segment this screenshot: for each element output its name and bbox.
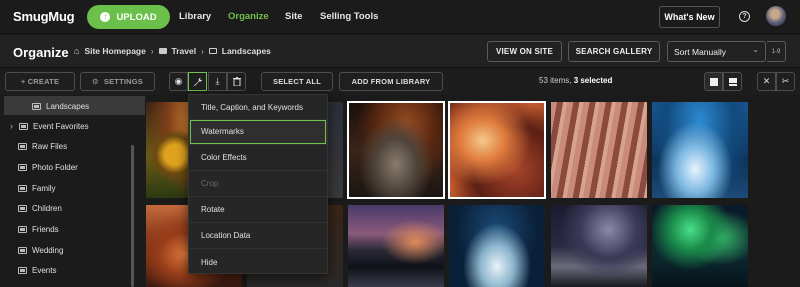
menu-item-title-caption-keywords[interactable]: Title, Caption, and Keywords [189, 95, 327, 121]
trash-icon[interactable] [227, 72, 246, 91]
list-view-icon[interactable] [723, 72, 742, 91]
photo-thumbnail-sandstone-waves[interactable] [551, 102, 647, 198]
breadcrumb-item-landscapes: Landscapes [221, 46, 271, 56]
item-count-total: 53 items, [539, 76, 574, 85]
gallery-icon [18, 184, 27, 192]
view-on-site-button[interactable]: VIEW ON SITE [487, 41, 562, 62]
menu-item-crop: Crop [189, 171, 327, 197]
upload-icon: ↑ [100, 12, 111, 22]
smugmug-logo[interactable]: SmugMug [13, 9, 75, 24]
settings-button[interactable]: ⚙ SETTINGS [80, 72, 155, 91]
nav-selling-tools[interactable]: Selling Tools [320, 11, 378, 22]
sidebar-item-label: Raw Files [32, 141, 68, 151]
chevron-down-icon: ⌄ [752, 45, 759, 54]
sidebar-item-label: Friends [32, 224, 59, 234]
gallery-icon [18, 266, 27, 274]
search-gallery-button[interactable]: SEARCH GALLERY [568, 41, 660, 62]
sidebar-item-wedding[interactable]: Wedding [0, 240, 145, 260]
photo-thumbnail-aurora[interactable] [652, 205, 748, 287]
sidebar-item-label: Children [32, 203, 62, 213]
eye-icon[interactable]: ◉ [169, 72, 188, 91]
breadcrumb: ⌂ Site Homepage › Travel › Landscapes [74, 46, 271, 56]
item-count-selected: 3 selected [573, 76, 613, 85]
nav-organize[interactable]: Organize [228, 11, 269, 22]
sidebar-item-label: Landscapes [46, 101, 90, 111]
gallery-icon [18, 142, 27, 150]
item-count: 53 items, 3 selected [539, 76, 612, 85]
sidebar-item-photo-folder[interactable]: Photo Folder [0, 157, 145, 177]
folder-icon [19, 122, 28, 130]
sidebar-item-event-favorites[interactable]: › Event Favorites [0, 116, 145, 136]
photo-thumbnail-ice-cave-river[interactable] [652, 102, 748, 198]
sidebar-item-raw-files[interactable]: Raw Files [0, 136, 145, 156]
sidebar-item-events[interactable]: Events [0, 260, 145, 280]
photo-thumbnail-mountain-lake-dusk[interactable] [348, 205, 444, 287]
gear-icon: ⚙ [91, 77, 99, 86]
expand-icon[interactable]: ✕ [757, 72, 776, 91]
help-icon[interactable]: ? [739, 11, 750, 22]
upload-label: UPLOAD [116, 11, 157, 23]
upload-button[interactable]: ↑ UPLOAD [87, 5, 170, 29]
sidebar-item-landscapes[interactable]: Landscapes [0, 96, 145, 116]
grid-view-icon[interactable] [704, 72, 723, 91]
sort-select[interactable]: Sort Manually ⌄ [667, 41, 766, 62]
menu-item-location-data[interactable]: Location Data [189, 223, 327, 249]
sidebar-item-label: Event Favorites [33, 121, 89, 131]
menu-item-color-effects[interactable]: Color Effects [189, 145, 327, 171]
menu-item-rotate[interactable]: Rotate [189, 197, 327, 223]
sidebar-item-family[interactable]: Family [0, 178, 145, 198]
sidebar-scrollbar[interactable] [131, 145, 134, 287]
gallery-icon [18, 225, 27, 233]
sort-select-value: Sort Manually [674, 46, 726, 57]
sidebar-item-label: Family [32, 183, 56, 193]
photo-thumbnail-ice-cave-tent[interactable] [449, 205, 545, 287]
download-icon[interactable]: ⤓ [208, 72, 227, 91]
gallery-icon [18, 246, 27, 254]
nav-library[interactable]: Library [179, 11, 211, 22]
gallery-icon [18, 163, 27, 171]
sidebar-item-friends[interactable]: Friends [0, 219, 145, 239]
chevron-right-icon: › [201, 46, 204, 56]
photo-thumbnail-milky-way[interactable] [551, 205, 647, 287]
create-button[interactable]: + CREATE [5, 72, 75, 91]
gallery-icon [32, 102, 41, 110]
chevron-right-icon: › [10, 121, 13, 131]
breadcrumb-item-travel[interactable]: Travel [172, 46, 197, 56]
photo-thumbnail-antelope-canyon[interactable] [448, 101, 546, 199]
gallery-icon [208, 48, 217, 54]
page-range-badge: 1-9 [767, 41, 786, 62]
avatar[interactable] [766, 6, 786, 26]
gallery-icon [18, 204, 27, 212]
add-from-library-button[interactable]: ADD FROM LIBRARY [339, 72, 443, 91]
select-all-button[interactable]: SELECT ALL [261, 72, 333, 91]
page-title: Organize [13, 45, 69, 60]
sidebar-item-label: Wedding [32, 245, 64, 255]
wrench-icon[interactable] [188, 72, 207, 91]
nav-site[interactable]: Site [285, 11, 302, 22]
whats-new-button[interactable]: What's New [659, 6, 720, 28]
sidebar-item-label: Events [32, 265, 57, 275]
folder-icon [158, 48, 167, 54]
chevron-right-icon: › [150, 46, 154, 56]
collapse-icon[interactable]: ✂ [776, 72, 795, 91]
breadcrumb-item-site-homepage[interactable]: Site Homepage [84, 46, 145, 56]
menu-item-watermarks[interactable]: Watermarks [189, 119, 327, 145]
photo-thumbnail-slot-canyon[interactable] [347, 101, 445, 199]
sidebar-item-label: Photo Folder [32, 162, 78, 172]
home-icon: ⌂ [74, 46, 80, 56]
settings-label: SETTINGS [103, 77, 144, 86]
menu-item-hide[interactable]: Hide [189, 249, 327, 275]
sidebar-item-children[interactable]: Children [0, 198, 145, 218]
